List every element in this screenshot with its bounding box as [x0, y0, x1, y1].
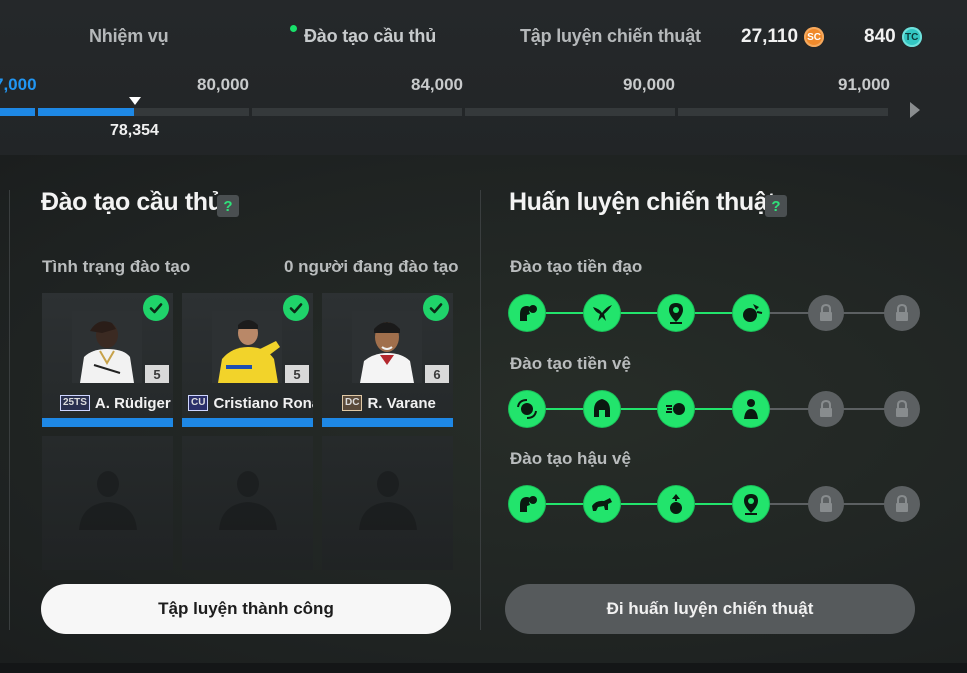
lock-icon [884, 486, 920, 522]
progress-segment [678, 108, 888, 116]
tab-missions[interactable]: Nhiệm vụ [89, 26, 169, 47]
milestone-4: 91,000 [838, 75, 890, 94]
player-silhouette-icon [219, 471, 277, 530]
check-icon [283, 295, 309, 321]
player-name-line: CU Cristiano Ronaldo [182, 393, 313, 413]
season-badge: DC [342, 395, 363, 411]
bottom-strip [0, 663, 967, 673]
ball-dash-icon[interactable] [658, 391, 694, 427]
milestone-2: 84,000 [411, 75, 463, 94]
milestone-current: 7,000 [0, 75, 37, 94]
tactic-connector-active [527, 503, 752, 505]
training-progress-bar [322, 418, 453, 427]
empty-training-slot[interactable] [182, 436, 313, 570]
ball-shot-icon[interactable] [733, 295, 769, 331]
player-level: 5 [145, 365, 169, 383]
location-pin-icon[interactable] [658, 295, 694, 331]
tactic-connector-active [527, 312, 752, 314]
sc-currency: 27,110 SC [741, 26, 825, 48]
location-pin-icon[interactable] [733, 486, 769, 522]
player-photo [72, 311, 142, 383]
player-training-title: Đào tạo cầu thủ [41, 188, 223, 216]
progress-value: 78,354 [110, 122, 159, 139]
notification-dot [290, 25, 297, 32]
tab-player-training[interactable]: Đào tạo cầu thủ [290, 25, 437, 47]
lock-icon [808, 391, 844, 427]
player-photo [212, 311, 282, 383]
empty-training-slot[interactable] [322, 436, 453, 570]
next-arrow-icon[interactable] [910, 102, 920, 118]
tactic-row-label: Đào tạo tiền vệ [510, 354, 631, 373]
progress-segment-filled [0, 108, 35, 116]
lock-icon [884, 391, 920, 427]
divider [9, 190, 10, 630]
player-level: 5 [285, 365, 309, 383]
player-card[interactable]: 5 25TS A. Rüdiger [42, 293, 173, 427]
head-ball-skill-icon[interactable] [509, 295, 545, 331]
progress-segment-partial [38, 108, 134, 116]
tactic-row-label: Đào tạo hậu vệ [510, 449, 631, 468]
tc-amount: 840 [864, 26, 896, 47]
player-card[interactable]: 6 DC R. Varane [322, 293, 453, 427]
training-progress-bar [42, 418, 173, 427]
ball-up-icon[interactable] [658, 486, 694, 522]
tab-tactic-training[interactable]: Tập luyện chiến thuật [520, 26, 701, 47]
lock-icon [808, 295, 844, 331]
training-status-label: Tình trạng đào tạo [42, 257, 191, 276]
season-badge: CU [188, 395, 209, 411]
player-pin-icon[interactable] [733, 391, 769, 427]
tc-coin-icon: TC [901, 27, 922, 47]
tc-currency: 840 TC [864, 26, 922, 48]
sc-coin-icon: SC [804, 27, 825, 47]
top-bar: Nhiệm vụ Đào tạo cầu thủ Tập luyện chiến… [0, 0, 967, 155]
bull-icon[interactable] [584, 486, 620, 522]
progress-marker-icon [129, 97, 141, 105]
sc-amount: 27,110 [741, 26, 799, 47]
lock-icon [808, 486, 844, 522]
helmet-icon[interactable] [584, 391, 620, 427]
tactic-row-label: Đào tạo tiền đạo [510, 257, 643, 276]
ball-rotate-icon[interactable] [509, 391, 545, 427]
training-progress-bar [182, 418, 313, 427]
check-icon [423, 295, 449, 321]
player-silhouette-icon [79, 471, 137, 530]
tactic-connector-active [527, 408, 752, 410]
player-photo [352, 311, 422, 383]
bird-skill-icon[interactable] [584, 295, 620, 331]
head-ball-skill-icon[interactable] [509, 486, 545, 522]
tactic-training-title: Huấn luyện chiến thuật [509, 188, 776, 216]
tab-player-training-label: Đào tạo cầu thủ [304, 26, 437, 46]
player-card[interactable]: 5 CU Cristiano Ronaldo [182, 293, 313, 427]
season-badge: 25TS [60, 395, 90, 411]
progress-segment [252, 108, 462, 116]
progress-segment-remaining [134, 108, 249, 116]
check-icon [143, 295, 169, 321]
milestone-3: 90,000 [623, 75, 675, 94]
training-success-button[interactable]: Tập luyện thành công [41, 584, 451, 634]
training-status-count: 0 người đang đào tạo [284, 257, 459, 276]
player-level: 6 [425, 365, 449, 383]
player-name-line: 25TS A. Rüdiger [42, 393, 173, 413]
empty-training-slot[interactable] [42, 436, 173, 570]
player-name: Cristiano Ronaldo [213, 394, 313, 412]
player-name-line: DC R. Varane [322, 393, 453, 413]
divider [480, 190, 481, 630]
player-name: R. Varane [367, 394, 436, 412]
milestone-1: 80,000 [197, 75, 249, 94]
go-tactic-training-button[interactable]: Đi huấn luyện chiến thuật [505, 584, 915, 634]
player-silhouette-icon [359, 471, 417, 530]
tactic-training-help-icon[interactable]: ? [765, 195, 787, 217]
player-name: A. Rüdiger [94, 394, 171, 412]
player-training-help-icon[interactable]: ? [217, 195, 239, 217]
lock-icon [884, 295, 920, 331]
progress-segment [465, 108, 675, 116]
